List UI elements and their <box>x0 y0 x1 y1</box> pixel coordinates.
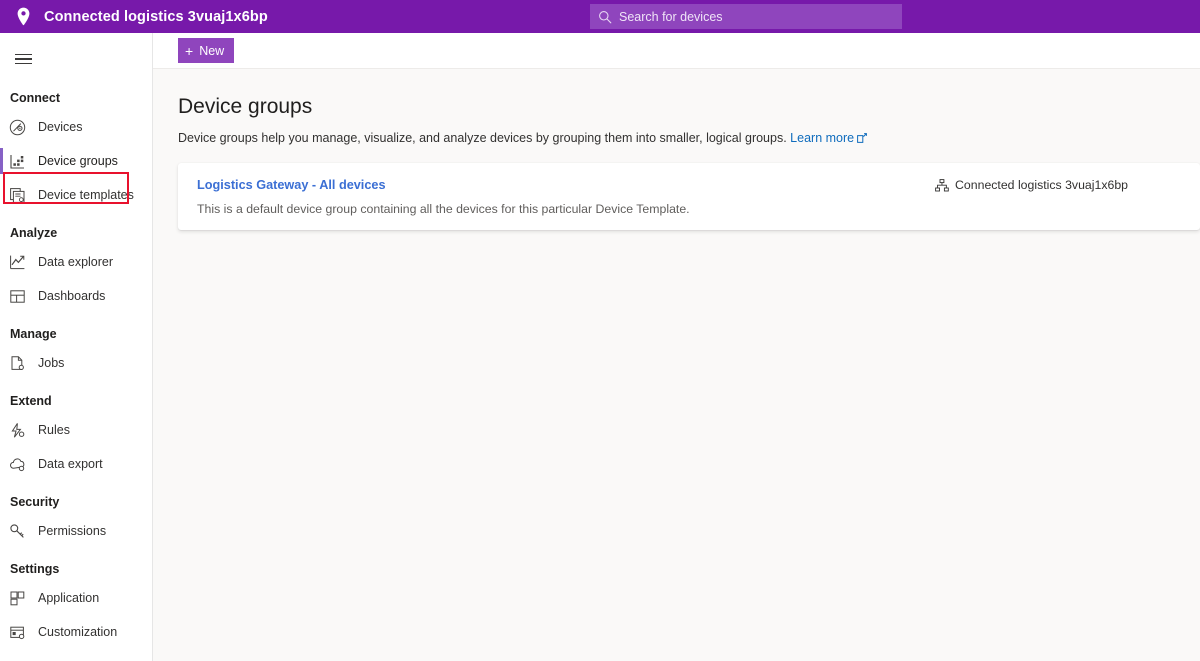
customization-icon <box>0 624 34 641</box>
sidebar-section-settings: Settings <box>0 557 152 581</box>
page-title: Device groups <box>178 93 1200 121</box>
data-export-cloud-icon <box>0 456 34 473</box>
app-title: Connected logistics 3vuaj1x6bp <box>44 9 268 25</box>
sidebar-item-data-export[interactable]: Data export <box>0 447 152 481</box>
command-bar: + New <box>153 33 1200 69</box>
sidebar-item-data-explorer[interactable]: Data explorer <box>0 245 152 279</box>
device-group-card[interactable]: Logistics Gateway - All devices This is … <box>178 163 1200 230</box>
top-app-bar: Connected logistics 3vuaj1x6bp <box>0 0 1200 33</box>
search-input[interactable] <box>619 5 879 28</box>
global-search-box[interactable] <box>590 4 902 29</box>
sidebar-item-devices[interactable]: Devices <box>0 110 152 144</box>
application-layout-icon <box>0 590 34 607</box>
sidebar-section-analyze: Analyze <box>0 221 152 245</box>
device-group-template-name: Connected logistics 3vuaj1x6bp <box>955 178 1128 192</box>
learn-more-link[interactable]: Learn more <box>790 131 867 145</box>
sidebar-item-label: Data explorer <box>38 255 113 269</box>
sidebar-item-permissions[interactable]: Permissions <box>0 514 152 548</box>
page-description-text: Device groups help you manage, visualize… <box>178 131 787 145</box>
sidebar-item-jobs[interactable]: Jobs <box>0 346 152 380</box>
device-group-title-link[interactable]: Logistics Gateway - All devices <box>197 177 386 194</box>
sidebar-item-rules[interactable]: Rules <box>0 413 152 447</box>
search-icon <box>598 10 612 24</box>
dashboard-grid-icon <box>0 288 34 305</box>
sidebar-item-label: Rules <box>38 423 70 437</box>
sidebar-section-extend: Extend <box>0 389 152 413</box>
sidebar-item-label: Devices <box>38 120 82 134</box>
main-content: + New Device groups Device groups help y… <box>153 33 1200 661</box>
sidebar-item-label: Application <box>38 591 99 605</box>
device-group-template: Connected logistics 3vuaj1x6bp <box>935 178 1200 192</box>
sidebar-item-label: Device groups <box>38 154 118 168</box>
sidebar-item-dashboards[interactable]: Dashboards <box>0 279 152 313</box>
sidebar-item-label: Customization <box>38 625 117 639</box>
device-group-card-body: Logistics Gateway - All devices This is … <box>197 176 935 217</box>
new-button[interactable]: + New <box>178 38 234 63</box>
rules-lightning-icon <box>0 422 34 439</box>
device-templates-icon <box>0 187 34 204</box>
device-groups-icon <box>0 153 34 170</box>
sidebar-item-label: Permissions <box>38 524 106 538</box>
new-button-label: New <box>199 44 224 58</box>
sidebar-section-security: Security <box>0 490 152 514</box>
learn-more-label: Learn more <box>790 131 854 145</box>
sidebar-item-label: Dashboards <box>38 289 105 303</box>
sidebar-item-label: Device templates <box>38 188 134 202</box>
hamburger-menu-icon[interactable] <box>0 41 46 77</box>
location-pin-icon <box>6 7 40 26</box>
sidebar-item-label: Jobs <box>38 356 64 370</box>
jobs-document-icon <box>0 355 34 372</box>
sidebar-item-device-groups[interactable]: Device groups <box>0 144 152 178</box>
external-link-icon <box>857 131 867 147</box>
sidebar-section-connect: Connect <box>0 86 152 110</box>
sidebar-section-manage: Manage <box>0 322 152 346</box>
page-header: Device groups Device groups help you man… <box>153 69 1200 147</box>
line-chart-icon <box>0 254 34 271</box>
device-group-description: This is a default device group containin… <box>197 201 935 217</box>
sidebar-item-label: Data export <box>38 457 103 471</box>
page-description: Device groups help you manage, visualize… <box>178 130 1200 147</box>
hierarchy-icon <box>935 179 949 192</box>
device-group-list: Logistics Gateway - All devices This is … <box>153 163 1200 230</box>
sidebar-item-device-templates[interactable]: Device templates <box>0 178 152 212</box>
key-icon <box>0 523 34 540</box>
plus-icon: + <box>185 44 193 58</box>
sidebar-item-customization[interactable]: Customization <box>0 615 152 649</box>
devices-circle-icon <box>0 119 34 136</box>
sidebar-navigation: Connect Devices Device groups <box>0 33 153 661</box>
sidebar-item-application[interactable]: Application <box>0 581 152 615</box>
